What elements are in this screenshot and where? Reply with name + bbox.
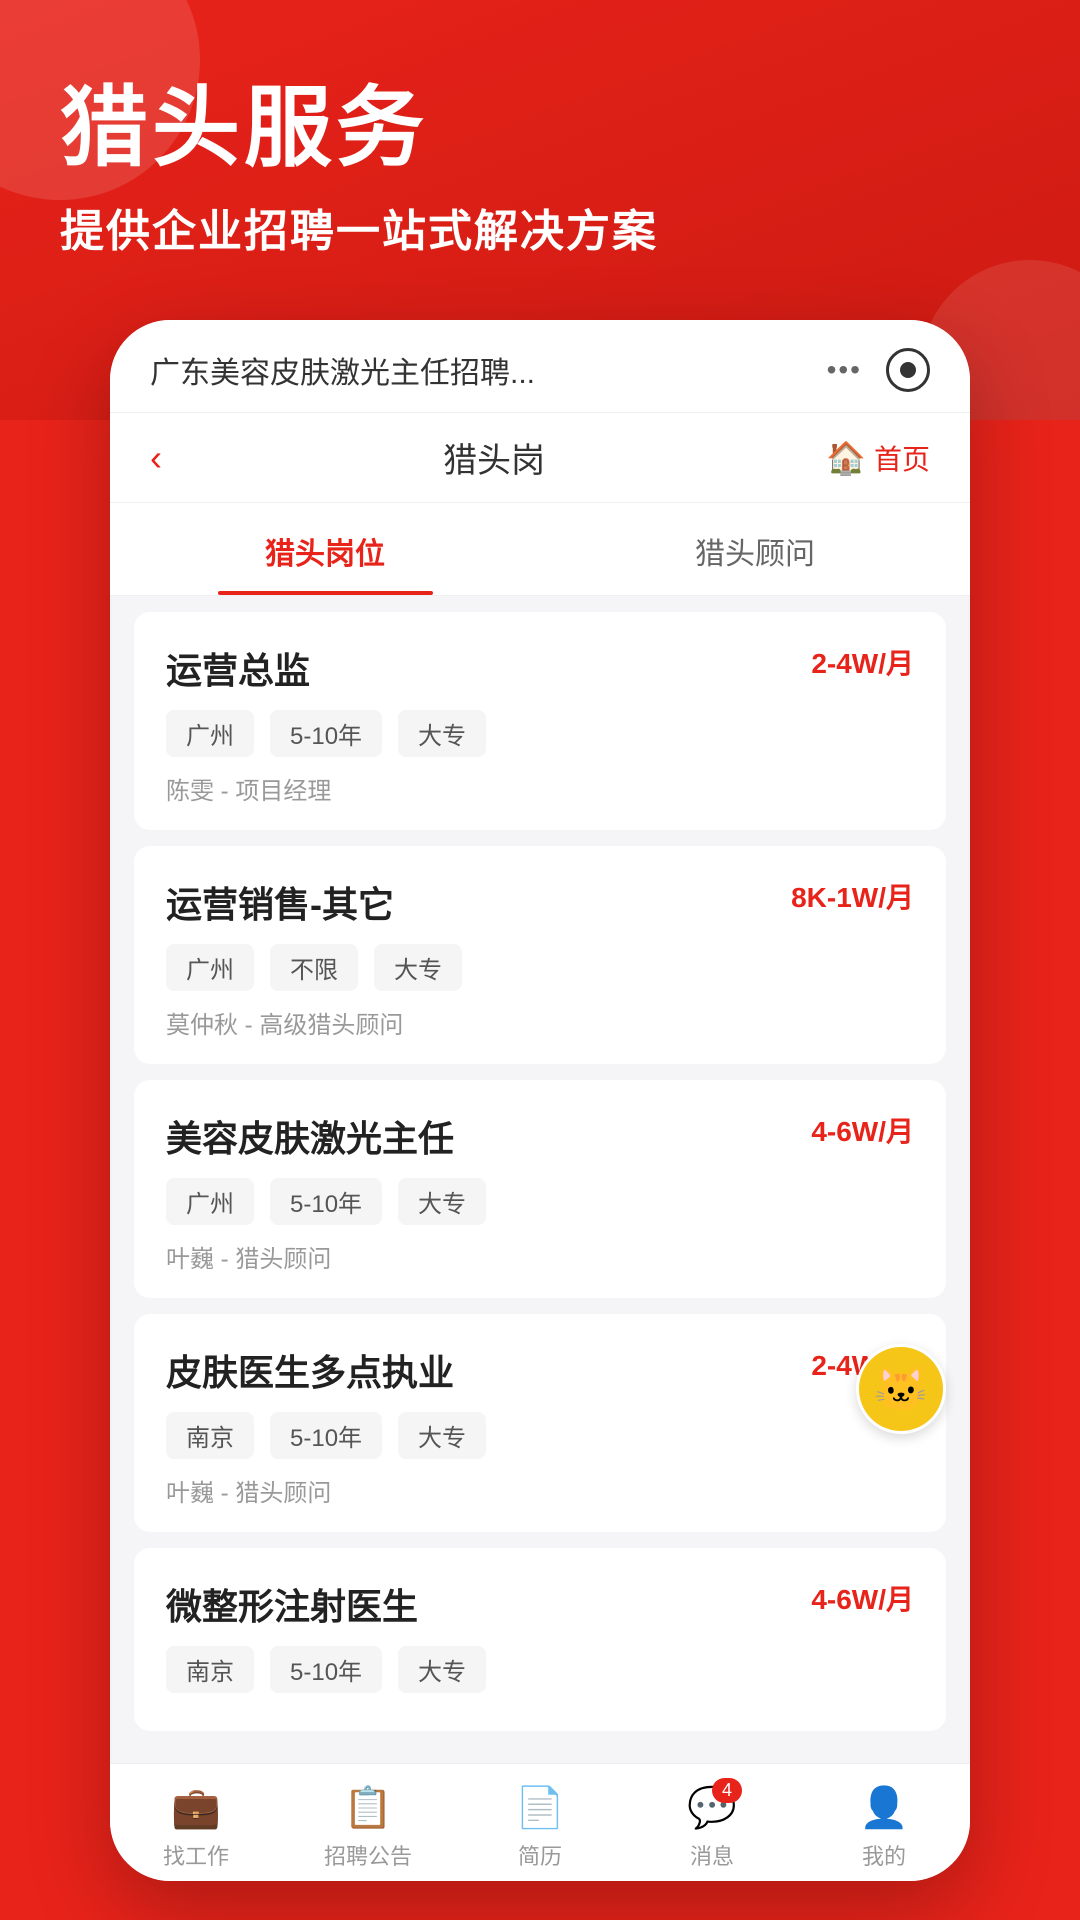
find-job-label: 找工作 (163, 1839, 229, 1871)
job-tag: 5-10年 (270, 1412, 382, 1459)
job-card-header: 运营销售-其它 8K-1W/月 (166, 876, 914, 928)
job-tag: 大专 (374, 944, 462, 991)
job-tag: 5-10年 (270, 1646, 382, 1693)
recruitment-label: 招聘公告 (324, 1839, 412, 1871)
job-tags: 广州不限大专 (166, 944, 914, 991)
job-title: 微整形注射医生 (166, 1578, 418, 1630)
job-title: 美容皮肤激光主任 (166, 1110, 454, 1162)
bottom-nav-find-job[interactable]: 💼 找工作 (110, 1784, 282, 1871)
messages-badge: 4 (712, 1778, 742, 1803)
hero-title: 猎头服务 (60, 80, 1020, 177)
job-card[interactable]: 微整形注射医生 4-6W/月南京 5-10年大专 (134, 1548, 946, 1731)
home-icon: 🏠 (826, 439, 866, 477)
recruiter-avatar: 🐱 (856, 1344, 946, 1434)
tab-positions[interactable]: 猎头岗位 (110, 503, 540, 595)
job-card[interactable]: 皮肤医生多点执业2-4W/月南京 5-10年大专叶巍 - 猎头顾问 🐱 (134, 1314, 946, 1532)
job-tag: 广州 (166, 710, 254, 757)
home-link[interactable]: 🏠 首页 (826, 438, 930, 478)
navigation-bar: ‹ 猎头岗 🏠 首页 (110, 413, 970, 503)
home-label: 首页 (874, 438, 930, 478)
resume-icon: 📄 (515, 1784, 565, 1831)
record-button-icon[interactable] (886, 348, 930, 392)
job-recruiter: 叶巍 - 猎头顾问 (166, 1239, 914, 1274)
job-tags: 广州 5-10年大专 (166, 1178, 914, 1225)
bottom-nav-recruitment[interactable]: 📋 招聘公告 (282, 1784, 454, 1871)
find-job-icon: 💼 (171, 1784, 221, 1831)
tab-consultants[interactable]: 猎头顾问 (540, 503, 970, 595)
bottom-nav-mine[interactable]: 👤 我的 (798, 1784, 970, 1871)
job-tag: 大专 (398, 1178, 486, 1225)
job-card-header: 微整形注射医生 4-6W/月 (166, 1578, 914, 1630)
job-recruiter: 叶巍 - 猎头顾问 (166, 1473, 914, 1508)
job-recruiter: 莫仲秋 - 高级猎头顾问 (166, 1005, 914, 1040)
job-card[interactable]: 运营总监 2-4W/月广州 5-10年大专陈雯 - 项目经理 (134, 612, 946, 830)
job-tag: 南京 (166, 1646, 254, 1693)
job-tags: 南京 5-10年大专 (166, 1412, 914, 1459)
more-options-icon[interactable]: ••• (827, 354, 862, 386)
job-tag: 5-10年 (270, 710, 382, 757)
resume-label: 简历 (518, 1839, 562, 1871)
phone-page-title: 广东美容皮肤激光主任招聘... (150, 348, 827, 392)
job-tag: 大专 (398, 710, 486, 757)
job-list: 运营总监2-4W/月广州5-10年大专陈雯 - 项目经理运营销售-其它8K-1W… (110, 596, 970, 1763)
job-card-header: 运营总监 2-4W/月 (166, 642, 914, 694)
job-card-header: 美容皮肤激光主任 4-6W/月 (166, 1110, 914, 1162)
job-tag: 广州 (166, 1178, 254, 1225)
mine-icon: 👤 (859, 1784, 909, 1831)
hero-subtitle: 提供企业招聘一站式解决方案 (60, 195, 1020, 259)
bottom-nav-resume[interactable]: 📄 简历 (454, 1784, 626, 1871)
job-title: 运营总监 (166, 642, 310, 694)
job-card-header: 皮肤医生多点执业2-4W/月 (166, 1344, 914, 1396)
job-title: 皮肤医生多点执业 (166, 1344, 454, 1396)
phone-top-bar: 广东美容皮肤激光主任招聘... ••• (110, 320, 970, 413)
messages-label: 消息 (690, 1839, 734, 1871)
job-salary: 4-6W/月 (811, 1578, 914, 1618)
job-tag: 不限 (270, 944, 358, 991)
top-bar-icons: ••• (827, 348, 930, 392)
mine-label: 我的 (862, 1839, 906, 1871)
job-title: 运营销售-其它 (166, 876, 394, 928)
back-button[interactable]: ‹ (150, 437, 162, 479)
bottom-navigation: 💼 找工作 📋 招聘公告 📄 简历 4💬消息 👤 我的 (110, 1763, 970, 1881)
job-tag: 5-10年 (270, 1178, 382, 1225)
job-salary: 8K-1W/月 (791, 876, 914, 916)
recruitment-icon: 📋 (343, 1784, 393, 1831)
phone-mockup: 广东美容皮肤激光主任招聘... ••• ‹ 猎头岗 🏠 首页 猎头岗位 猎头顾问… (110, 320, 970, 1881)
job-recruiter: 陈雯 - 项目经理 (166, 771, 914, 806)
nav-title: 猎头岗 (443, 433, 545, 482)
job-tag: 广州 (166, 944, 254, 991)
job-tags: 南京 5-10年大专 (166, 1646, 914, 1693)
tabs-row: 猎头岗位 猎头顾问 (110, 503, 970, 596)
job-tag: 南京 (166, 1412, 254, 1459)
job-card[interactable]: 美容皮肤激光主任 4-6W/月广州 5-10年大专叶巍 - 猎头顾问 (134, 1080, 946, 1298)
job-tag: 大专 (398, 1412, 486, 1459)
job-salary: 2-4W/月 (811, 642, 914, 682)
record-dot (900, 362, 916, 378)
job-tags: 广州 5-10年大专 (166, 710, 914, 757)
bottom-nav-messages[interactable]: 4💬消息 (626, 1784, 798, 1871)
job-salary: 4-6W/月 (811, 1110, 914, 1150)
job-tag: 大专 (398, 1646, 486, 1693)
job-card[interactable]: 运营销售-其它 8K-1W/月广州不限大专莫仲秋 - 高级猎头顾问 (134, 846, 946, 1064)
